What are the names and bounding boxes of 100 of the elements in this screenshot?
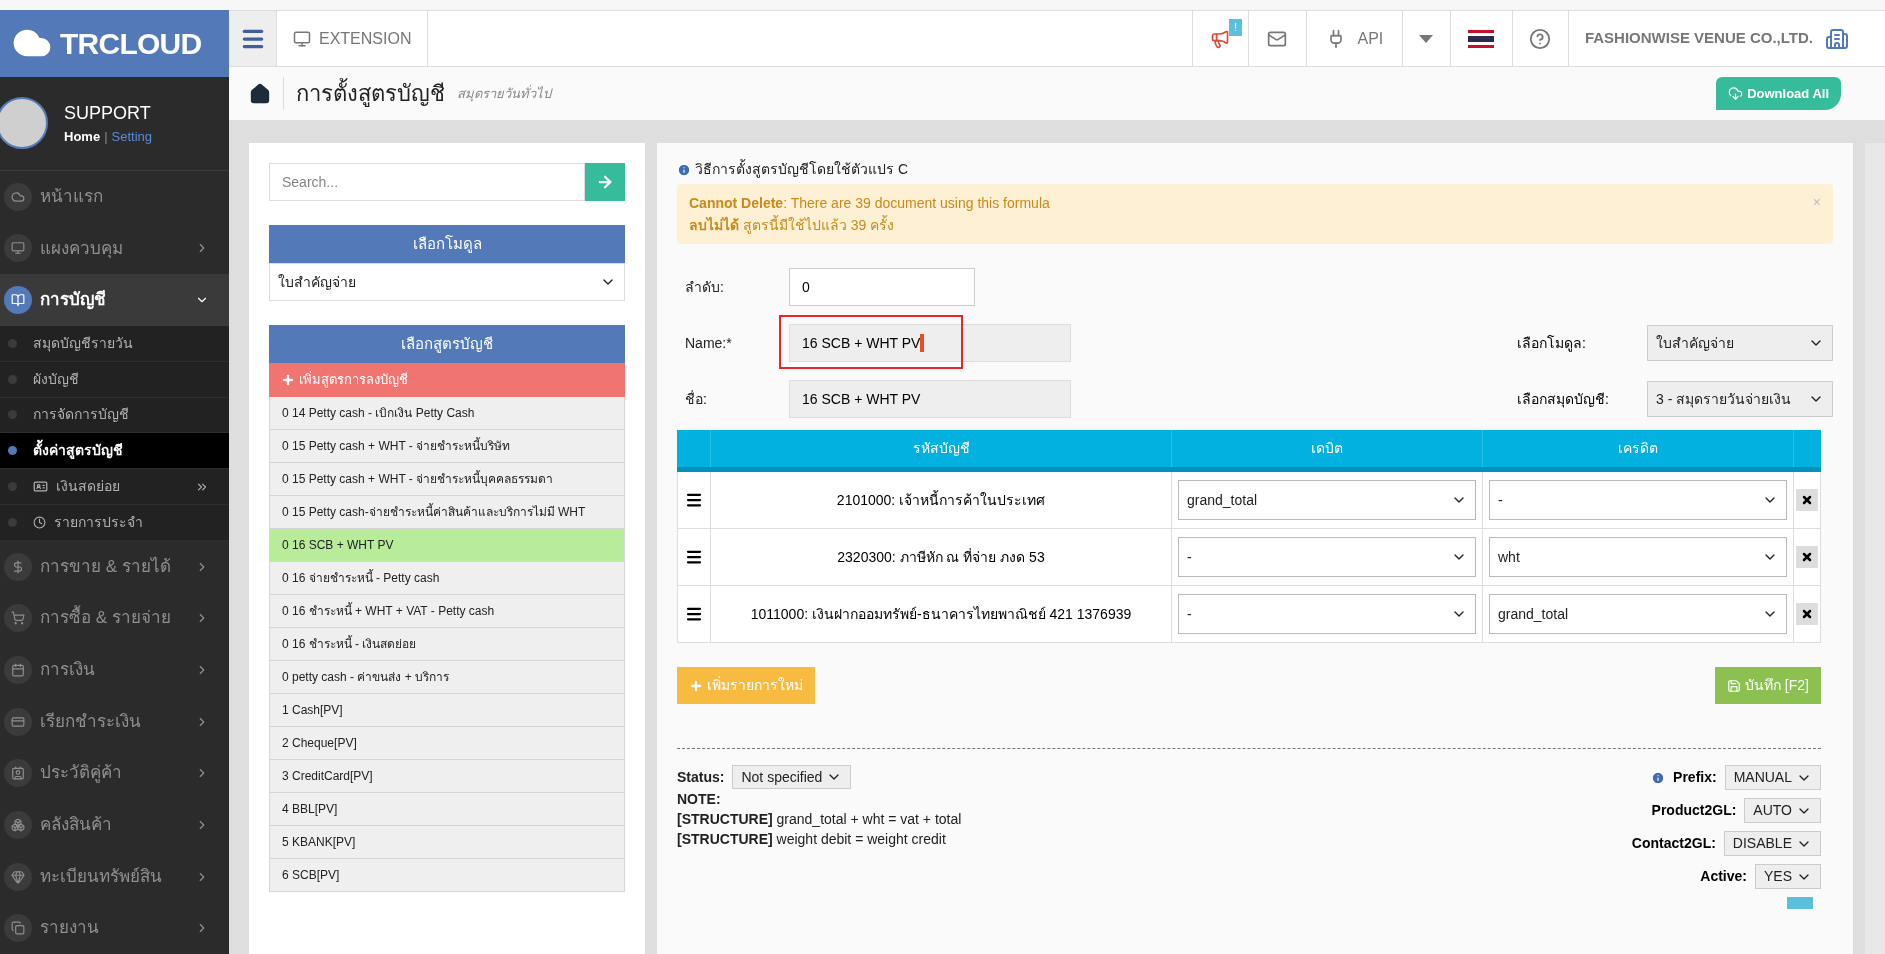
formula-item[interactable]: 1 Cash[PV] bbox=[269, 694, 625, 727]
formula-item[interactable]: 0 15 Petty cash + WHT - จ่ายชำระหนี้บริษัท bbox=[269, 430, 625, 463]
extension-button[interactable]: EXTENSION bbox=[277, 11, 429, 66]
formula-item[interactable]: 0 16 จ่ายชำระหนี้ - Petty cash bbox=[269, 562, 625, 595]
field-label: ชื่อ: bbox=[684, 389, 708, 409]
gem-icon bbox=[11, 869, 25, 884]
arrow-right-icon bbox=[596, 173, 614, 191]
monitor-icon bbox=[293, 29, 311, 48]
building-icon bbox=[1825, 26, 1849, 51]
debit-select[interactable]: - bbox=[1178, 537, 1476, 577]
delete-button[interactable] bbox=[1796, 546, 1818, 568]
alert-text: Cannot Delete: There are 39 document using this formula bbox=[689, 194, 1050, 213]
debit-select[interactable]: grand_total bbox=[1178, 480, 1476, 520]
cloud-icon bbox=[11, 189, 25, 204]
drag-handle-icon[interactable] bbox=[685, 605, 703, 623]
thai-flag-icon bbox=[1468, 29, 1495, 48]
nav-item[interactable]: การเงิน bbox=[0, 644, 229, 696]
company-button[interactable]: FASHIONWISE VENUE CO.,LTD. bbox=[1567, 11, 1865, 66]
info-text: วิธีการตั้งสูตรบัญชีโดยใช้ตัวแปร C bbox=[695, 159, 908, 180]
user-name: SUPPORT bbox=[64, 102, 152, 126]
setting-select[interactable]: AUTO bbox=[1744, 798, 1821, 823]
nav-item[interactable]: แผงควบคุม bbox=[0, 222, 229, 275]
setting-label: Active: bbox=[1700, 867, 1747, 886]
nav-item[interactable]: เรียกชำระเงิน bbox=[0, 695, 229, 748]
formula-item[interactable]: 6 SCB[PV] bbox=[269, 859, 625, 892]
name-field[interactable]: 16 SCB + WHT PV bbox=[789, 324, 1071, 362]
nav-item[interactable]: รายงาน bbox=[0, 902, 229, 954]
field-label: เลือกโมดูล: bbox=[1517, 333, 1587, 354]
caret-icon bbox=[1419, 34, 1434, 43]
boxes-icon bbox=[11, 817, 25, 832]
credit-select[interactable]: - bbox=[1489, 480, 1787, 520]
setting-label: Product2GL: bbox=[1651, 801, 1737, 820]
column-header: รหัสบัญชี bbox=[710, 430, 1171, 467]
status-select[interactable]: Not specified bbox=[732, 765, 852, 789]
formula-item[interactable]: 0 15 Petty cash-จ่ายชำระหนี้ค่าสินค้าและบริการไม่มี WHT bbox=[269, 496, 625, 529]
module-select[interactable]: ใบสำคัญจ่าย bbox=[1647, 325, 1833, 361]
nav-subitem[interactable]: การจัดการบัญชี bbox=[0, 397, 229, 434]
formula-header: เลือกสูตรบัญชี bbox=[269, 325, 625, 363]
help-icon bbox=[1529, 27, 1552, 50]
book-icon bbox=[11, 293, 25, 308]
delete-button[interactable] bbox=[1796, 603, 1818, 625]
formula-item[interactable]: 3 CreditCard[PV] bbox=[269, 760, 625, 793]
module-header: เลือกโมดูล bbox=[269, 225, 625, 263]
contact-icon bbox=[11, 766, 25, 781]
home-icon[interactable] bbox=[249, 82, 271, 105]
setting-link[interactable]: Setting bbox=[111, 127, 152, 147]
formula-item[interactable]: 0 16 ชำระหนี้ + WHT + VAT - Petty cash bbox=[269, 595, 625, 628]
nav-subitem[interactable]: ตั้งค่าสูตรบัญชี bbox=[0, 433, 229, 470]
formula-item[interactable]: 0 16 ชำระหนี้ - เงินสดย่อย bbox=[269, 628, 625, 661]
credit-select[interactable]: grand_total bbox=[1489, 594, 1787, 634]
nav-item[interactable]: การขาย & รายได้ bbox=[0, 540, 229, 593]
setting-label: Contact2GL: bbox=[1631, 834, 1716, 853]
menu-button[interactable] bbox=[229, 11, 277, 66]
text-field[interactable]: 0 bbox=[789, 268, 975, 306]
formula-item[interactable]: 0 16 SCB + WHT PV bbox=[269, 529, 625, 562]
table-cell: 2320300: ภาษีหัก ณ ที่จ่าย ภงด 53 bbox=[711, 529, 1172, 585]
journal-select[interactable]: 3 - สมุดรายวันจ่ายเงิน bbox=[1647, 381, 1833, 417]
nav-subitem[interactable]: ผังบัญชี bbox=[0, 361, 229, 398]
nav-item[interactable]: การบัญชี bbox=[0, 274, 229, 326]
nav-subitem[interactable]: สมุดบัญชีรายวัน bbox=[0, 326, 229, 362]
nav-subitem[interactable]: เงินสดย่อย bbox=[0, 469, 229, 505]
module-select[interactable]: ใบสำคัญจ่าย bbox=[269, 263, 625, 301]
formula-item[interactable]: 0 15 Petty cash + WHT - จ่ายชำระหนี้บุคคลธรรมดา bbox=[269, 463, 625, 496]
separator-text: | bbox=[104, 128, 108, 147]
close-icon bbox=[1801, 494, 1813, 506]
field-label: ลำดับ: bbox=[684, 277, 725, 297]
formula-item[interactable]: 0 14 Petty cash - เบิกเงิน Petty Cash bbox=[269, 397, 625, 430]
setting-select[interactable]: YES bbox=[1755, 864, 1821, 889]
home-link[interactable]: Home bbox=[64, 127, 101, 147]
nav-item[interactable]: การซื้อ & รายจ่าย bbox=[0, 592, 229, 645]
structure-text: [STRUCTURE] grand_total + wht = vat + total bbox=[677, 810, 962, 829]
brand-logo[interactable]: TRCLOUD bbox=[0, 10, 229, 77]
drag-handle-icon[interactable] bbox=[685, 491, 703, 509]
nav-item[interactable]: คลังสินค้า bbox=[0, 799, 229, 851]
setting-select[interactable]: MANUAL bbox=[1724, 765, 1821, 790]
nav-subitem[interactable]: รายการประจำ bbox=[0, 504, 229, 541]
setting-select[interactable]: DISABLE bbox=[1723, 831, 1821, 856]
delete-button[interactable] bbox=[1796, 489, 1818, 511]
formula-item[interactable]: 4 BBL[PV] bbox=[269, 793, 625, 826]
drag-handle-icon[interactable] bbox=[685, 548, 703, 566]
page-subtitle: สมุดรายวันทั่วไป bbox=[457, 83, 551, 104]
column-header: เดบิต bbox=[1171, 430, 1482, 467]
nav-item[interactable]: ประวัติคู่ค้า bbox=[0, 747, 229, 800]
nav-item[interactable]: ทะเบียนทรัพย์สิน bbox=[0, 850, 229, 903]
debit-select[interactable]: - bbox=[1178, 594, 1476, 634]
api-button[interactable]: API bbox=[1305, 11, 1402, 66]
nav-item[interactable]: หน้าแรก bbox=[0, 171, 229, 223]
formula-item[interactable]: 0 petty cash - ค่าขนส่ง + บริการ bbox=[269, 661, 625, 694]
setting-label: Prefix: bbox=[1673, 768, 1717, 787]
credit-select[interactable]: wht bbox=[1489, 537, 1787, 577]
text-field[interactable]: 16 SCB + WHT PV bbox=[789, 380, 1071, 418]
table-cell: 1011000: เงินฝากออมทรัพย์-ธนาคารไทยพาณิชย์ 421 1376939 bbox=[711, 586, 1172, 642]
formula-item[interactable]: 2 Cheque[PV] bbox=[269, 727, 625, 760]
field-label: Name:* bbox=[684, 333, 733, 353]
monitor-icon bbox=[11, 241, 25, 256]
text-cursor bbox=[920, 334, 925, 352]
search-field[interactable]: Search... bbox=[269, 163, 585, 201]
notification-badge: ! bbox=[1229, 19, 1242, 36]
clock-icon bbox=[33, 515, 46, 529]
formula-item[interactable]: 5 KBANK[PV] bbox=[269, 826, 625, 859]
